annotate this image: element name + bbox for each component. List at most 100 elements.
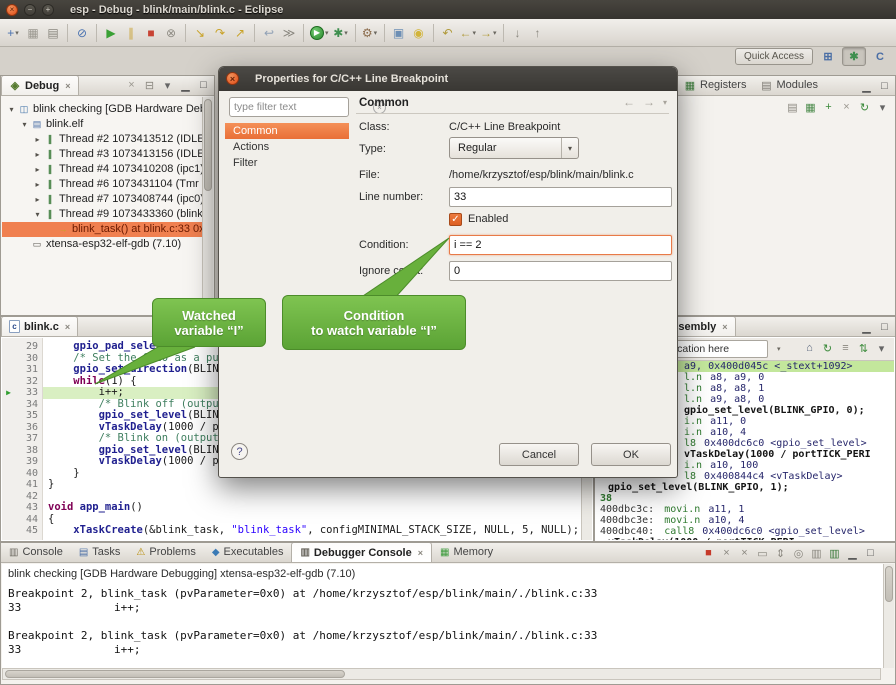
- debug-tree-item[interactable]: ▸∥Thread #4 1073410208 (ipc1) (Susp: [2, 162, 202, 177]
- close-tab-icon[interactable]: ×: [65, 81, 70, 91]
- terminate-icon[interactable]: ■: [700, 545, 717, 561]
- open-perspective-icon[interactable]: ⊞: [816, 47, 840, 66]
- console-hscrollbar[interactable]: [2, 668, 881, 680]
- resume-icon[interactable]: ▶: [101, 22, 121, 44]
- step-return-icon[interactable]: ↗: [230, 22, 250, 44]
- step-over-icon[interactable]: ↷: [210, 22, 230, 44]
- tab-blink-c[interactable]: c blink.c ×: [1, 316, 78, 336]
- close-tab-icon[interactable]: ×: [722, 322, 727, 332]
- debug-icon[interactable]: ✱▾: [331, 22, 351, 44]
- window-maximize-button[interactable]: +: [42, 4, 54, 16]
- cancel-button[interactable]: Cancel: [499, 443, 579, 466]
- collapse-all-icon[interactable]: ⊟: [141, 77, 158, 93]
- refresh-icon[interactable]: ↻: [856, 99, 873, 115]
- scrollbar-thumb[interactable]: [885, 566, 893, 602]
- new-wizard-icon[interactable]: +▾: [3, 22, 23, 44]
- dialog-nav-actions[interactable]: Actions: [225, 139, 349, 155]
- debug-tree-item[interactable]: ▸∥Thread #6 1073431104 (Tmr Svc) (S: [2, 177, 202, 192]
- remove-all-terminated-icon[interactable]: ×: [736, 545, 753, 561]
- show-source-icon[interactable]: ≡: [837, 340, 854, 356]
- console-tab-executables[interactable]: ◆Executables: [204, 542, 292, 562]
- terminate-icon[interactable]: ■: [141, 22, 161, 44]
- external-tools-icon[interactable]: ⚙▾: [360, 22, 380, 44]
- ignore-count-input[interactable]: [449, 261, 672, 281]
- tab-registers[interactable]: ▦ Registers: [677, 75, 753, 95]
- back-icon[interactable]: ←: [623, 95, 635, 109]
- scroll-lock-icon[interactable]: ⇕: [772, 545, 789, 561]
- line-number-input[interactable]: [449, 187, 672, 207]
- dialog-nav-filter[interactable]: Filter: [225, 155, 349, 171]
- tab-debug[interactable]: ◈ Debug ×: [1, 75, 79, 95]
- debug-tree-item[interactable]: ▸∥Thread #3 1073413156 (IDLE) (Susp: [2, 147, 202, 162]
- tree-expander-icon[interactable]: ▾: [32, 207, 43, 222]
- debug-tree-item[interactable]: ▸∥Thread #7 1073408744 (ipc0) (Susp: [2, 192, 202, 207]
- add-register-group-icon[interactable]: +: [820, 99, 837, 115]
- filter-input[interactable]: [230, 101, 373, 113]
- console-tab-debugger-console[interactable]: ▥Debugger Console×: [291, 542, 432, 562]
- last-edit-location-icon[interactable]: ↶: [438, 22, 458, 44]
- debug-tree-item[interactable]: ▾▤blink.elf: [2, 117, 202, 132]
- search-icon[interactable]: ◉: [409, 22, 429, 44]
- minimize-view-icon[interactable]: ▁: [858, 319, 875, 335]
- scrollbar-thumb[interactable]: [204, 99, 212, 191]
- cpp-perspective-icon[interactable]: C: [868, 47, 892, 66]
- condition-input[interactable]: [449, 235, 672, 255]
- step-into-icon[interactable]: ↘: [190, 22, 210, 44]
- breakpoint-marker-icon[interactable]: ▶: [6, 388, 11, 397]
- home-icon[interactable]: ⌂: [801, 340, 818, 356]
- drop-to-frame-icon[interactable]: ↩: [259, 22, 279, 44]
- previous-annotation-icon[interactable]: ↑: [528, 22, 548, 44]
- back-icon[interactable]: ←▾: [458, 22, 479, 44]
- tree-expander-icon[interactable]: ▸: [32, 192, 43, 207]
- tree-expander-icon[interactable]: ▸: [32, 162, 43, 177]
- forward-icon[interactable]: →▾: [478, 22, 499, 44]
- enabled-checkbox[interactable]: ✓: [449, 213, 462, 226]
- quick-access-button[interactable]: Quick Access: [735, 48, 813, 65]
- dialog-close-button[interactable]: ×: [226, 72, 239, 85]
- remove-all-terminated-icon[interactable]: ×: [123, 77, 140, 93]
- view-menu-icon[interactable]: ▾: [874, 99, 891, 115]
- ok-button[interactable]: OK: [591, 443, 671, 466]
- chevron-down-icon[interactable]: ▾: [777, 345, 781, 353]
- debug-tree-item[interactable]: ▾◫blink checking [GDB Hardware Debug: [2, 102, 202, 117]
- skip-all-breakpoints-icon[interactable]: ⊘: [72, 22, 92, 44]
- maximize-view-icon[interactable]: □: [862, 545, 879, 561]
- console-tab-problems[interactable]: ⚠Problems: [128, 542, 203, 562]
- debug-tree-item[interactable]: ▸∥Thread #2 1073413512 (IDLE : Runn: [2, 132, 202, 147]
- debug-tree-item[interactable]: ▭xtensa-esp32-elf-gdb (7.10): [2, 237, 202, 252]
- clear-console-icon[interactable]: ▭: [754, 545, 771, 561]
- suspend-icon[interactable]: ∥: [121, 22, 141, 44]
- open-console-icon[interactable]: ▥: [826, 545, 843, 561]
- console-tab-tasks[interactable]: ▤Tasks: [71, 542, 129, 562]
- new-c-file-icon[interactable]: ▣: [389, 22, 409, 44]
- window-minimize-button[interactable]: −: [24, 4, 36, 16]
- sync-icon[interactable]: ⇅: [855, 340, 872, 356]
- layout-icon[interactable]: ▤: [784, 99, 801, 115]
- scrollbar-thumb[interactable]: [5, 670, 345, 678]
- remove-register-group-icon[interactable]: ×: [838, 99, 855, 115]
- dialog-nav-common[interactable]: Common: [225, 123, 349, 139]
- remove-launch-icon[interactable]: ×: [718, 545, 735, 561]
- tree-expander-icon[interactable]: ▾: [19, 117, 30, 132]
- display-selected-console-icon[interactable]: ▥: [808, 545, 825, 561]
- close-tab-icon[interactable]: ×: [418, 548, 423, 558]
- debug-tree-item[interactable]: →blink_task() at blink.c:33 0x400db: [2, 222, 202, 237]
- show-columns-icon[interactable]: ▦: [802, 99, 819, 115]
- tree-expander-icon[interactable]: ▸: [32, 147, 43, 162]
- close-tab-icon[interactable]: ×: [65, 322, 70, 332]
- print-icon[interactable]: ▤: [43, 22, 63, 44]
- console-body[interactable]: blink checking [GDB Hardware Debugging] …: [2, 564, 894, 668]
- type-dropdown[interactable]: Regular ▾: [449, 137, 579, 159]
- tab-modules[interactable]: ▤ Modules: [753, 75, 825, 95]
- maximize-view-icon[interactable]: □: [876, 78, 893, 94]
- dialog-titlebar[interactable]: × Properties for C/C++ Line Breakpoint: [219, 67, 677, 91]
- debug-tree-item[interactable]: ▾∥Thread #9 1073433360 (blink_task: [2, 207, 202, 222]
- forward-icon[interactable]: →: [643, 95, 655, 109]
- tree-expander-icon[interactable]: ▸: [32, 177, 43, 192]
- maximize-view-icon[interactable]: □: [195, 77, 212, 93]
- instruction-stepping-icon[interactable]: ≫: [279, 22, 299, 44]
- disconnect-icon[interactable]: ⊗: [161, 22, 181, 44]
- maximize-view-icon[interactable]: □: [876, 319, 893, 335]
- console-tab-console[interactable]: ▥Console: [1, 542, 71, 562]
- console-tab-memory[interactable]: ▦Memory: [432, 542, 501, 562]
